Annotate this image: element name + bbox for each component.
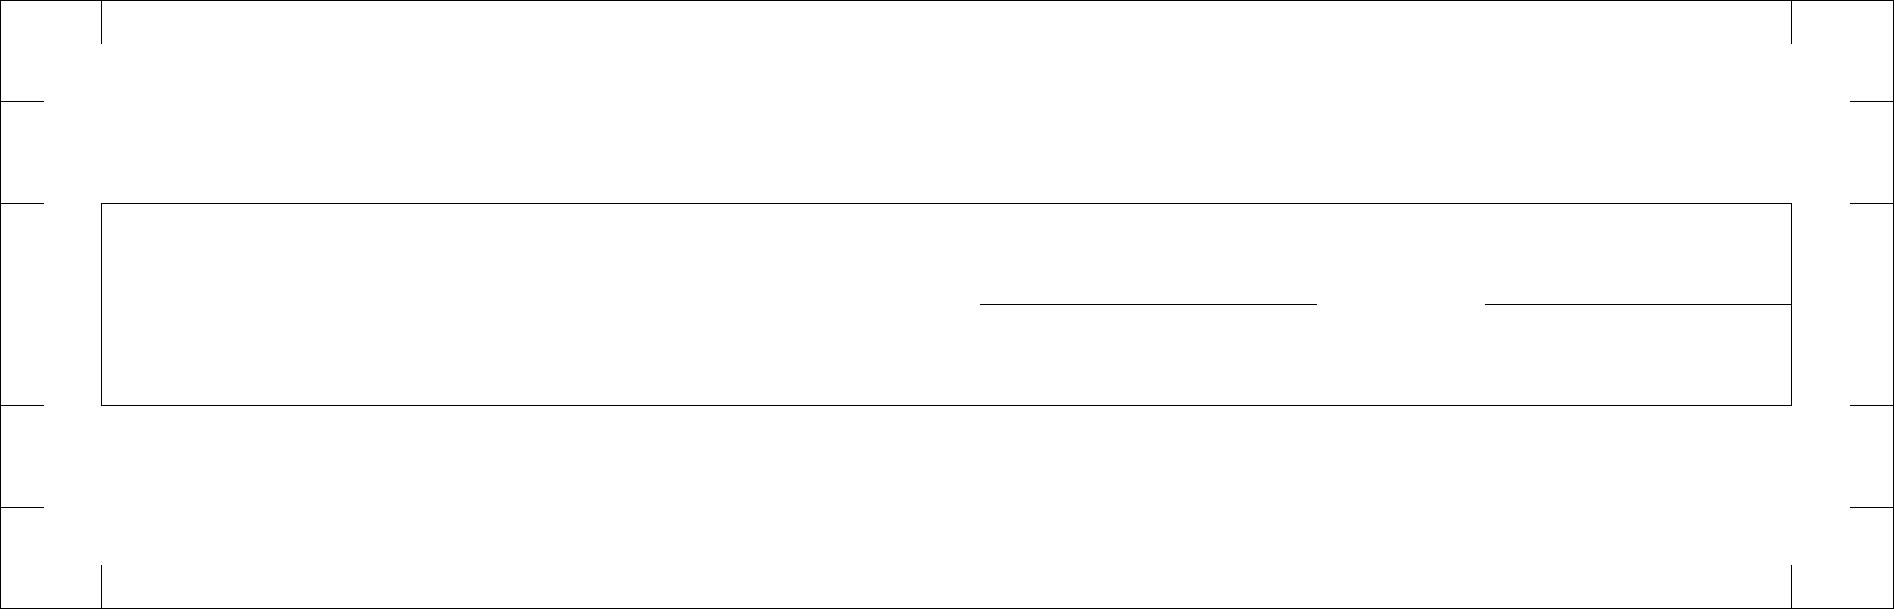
form-sheet (0, 0, 1894, 609)
form-canvas (0, 0, 1894, 609)
